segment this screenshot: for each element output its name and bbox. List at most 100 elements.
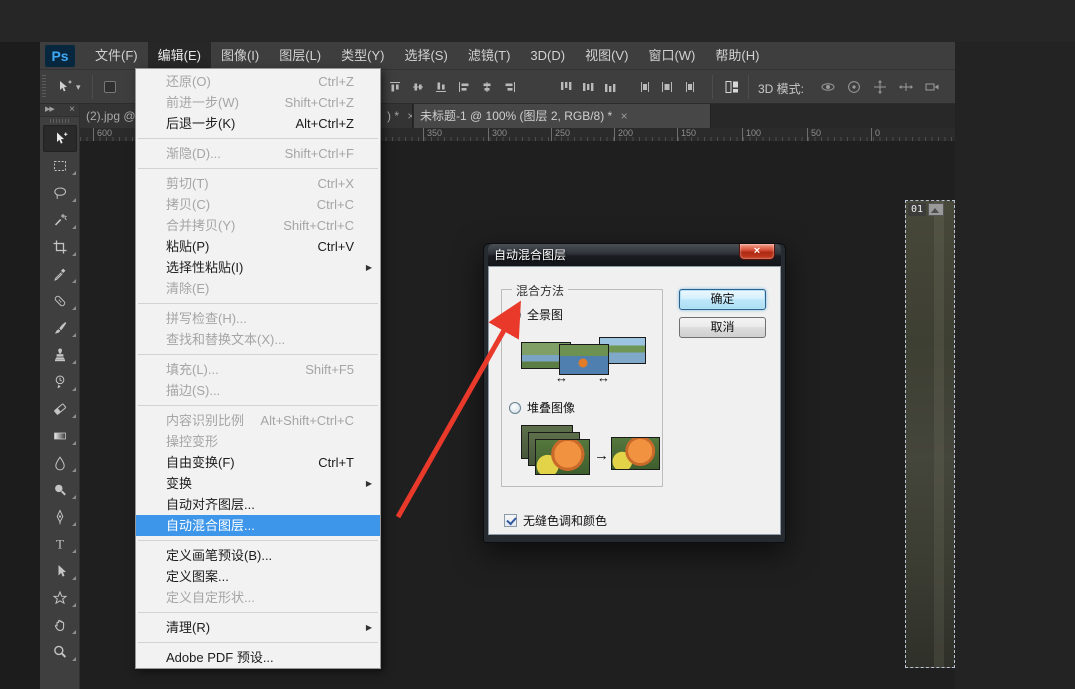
move-tool-icon[interactable] — [56, 79, 72, 95]
auto-select-checkbox[interactable] — [104, 81, 116, 93]
tool-dodge[interactable] — [40, 476, 80, 503]
distribute-bottom-icon[interactable] — [602, 79, 618, 95]
menu-item-fill[interactable]: 填充(L)...Shift+F5 — [136, 359, 380, 380]
ok-button[interactable]: 确定 — [679, 289, 766, 310]
menu-bar: Ps 文件(F) 编辑(E) 图像(I) 图层(L) 类型(Y) 选择(S) 滤… — [40, 42, 955, 70]
menu-item-adobe-pdf-presets[interactable]: Adobe PDF 预设... — [136, 647, 380, 668]
tool-crop[interactable] — [40, 233, 80, 260]
move-tool-caret-icon[interactable]: ▾ — [76, 79, 81, 95]
options-bar-grip[interactable] — [42, 75, 46, 99]
menu-item-define-custom-shape[interactable]: 定义自定形状... — [136, 587, 380, 608]
threed-pan-icon[interactable] — [872, 79, 888, 95]
tool-path-selection[interactable] — [40, 557, 80, 584]
image-layer-strip[interactable]: 01 — [905, 200, 955, 668]
distribute-top-icon[interactable] — [558, 79, 574, 95]
tool-hand[interactable] — [40, 611, 80, 638]
tool-spot-healing-brush[interactable] — [40, 287, 80, 314]
panel-close-icon[interactable]: × — [69, 104, 75, 116]
tool-quick-selection[interactable] — [40, 206, 80, 233]
menu-item-free-transform[interactable]: 自由变换(F)Ctrl+T — [136, 452, 380, 473]
submenu-arrow-icon: ▶ — [366, 257, 372, 278]
tool-clone-stamp[interactable] — [40, 341, 80, 368]
menu-item-fade[interactable]: 渐隐(D)...Shift+Ctrl+F — [136, 143, 380, 164]
tool-move[interactable] — [43, 125, 77, 152]
menu-help[interactable]: 帮助(H) — [705, 42, 769, 70]
menu-image[interactable]: 图像(I) — [211, 42, 269, 70]
menu-item-auto-align-layers[interactable]: 自动对齐图层... — [136, 494, 380, 515]
distribute-right-icon[interactable] — [681, 79, 697, 95]
tool-brush[interactable] — [40, 314, 80, 341]
distribute-hcenter-icon[interactable] — [659, 79, 675, 95]
menu-item-step-backward[interactable]: 后退一步(K)Alt+Ctrl+Z — [136, 113, 380, 134]
dialog-title-bar[interactable]: 自动混合图层 × — [488, 244, 781, 266]
distribute-left-icon[interactable] — [637, 79, 653, 95]
seamless-checkbox[interactable] — [504, 514, 517, 527]
menu-item-puppet-warp[interactable]: 操控变形 — [136, 431, 380, 452]
menu-item-step-forward[interactable]: 前进一步(W)Shift+Ctrl+Z — [136, 92, 380, 113]
menu-item-define-brush-preset[interactable]: 定义画笔预设(B)... — [136, 545, 380, 566]
menu-item-copy[interactable]: 拷贝(C)Ctrl+C — [136, 194, 380, 215]
menu-file[interactable]: 文件(F) — [85, 42, 148, 70]
stack-radio[interactable] — [509, 402, 521, 414]
menu-item-clear[interactable]: 清除(E) — [136, 278, 380, 299]
tab-doc1[interactable]: (2).jpg @ 1 — [80, 104, 136, 128]
dialog-close-button[interactable]: × — [739, 244, 775, 260]
tool-eyedropper[interactable] — [40, 260, 80, 287]
align-right-edges-icon[interactable] — [502, 79, 518, 95]
panorama-radio[interactable] — [509, 309, 521, 321]
auto-align-layers-icon[interactable] — [724, 79, 740, 95]
threed-slide-icon[interactable] — [898, 79, 914, 95]
tab-doc3-active[interactable]: 未标题-1 @ 100% (图层 2, RGB/8) * × — [414, 104, 711, 128]
menu-edit[interactable]: 编辑(E) — [148, 42, 211, 70]
threed-roll-icon[interactable] — [846, 79, 862, 95]
tool-blur[interactable] — [40, 449, 80, 476]
tool-type[interactable]: T — [40, 530, 80, 557]
align-horizontal-centers-icon[interactable] — [479, 79, 495, 95]
menu-select[interactable]: 选择(S) — [394, 42, 457, 70]
menu-item-find-replace-text[interactable]: 查找和替换文本(X)... — [136, 329, 380, 350]
tool-pen[interactable] — [40, 503, 80, 530]
align-bottom-edges-icon[interactable] — [433, 79, 449, 95]
cancel-button[interactable]: 取消 — [679, 317, 766, 338]
menu-filter[interactable]: 滤镜(T) — [458, 42, 521, 70]
menu-item-stroke[interactable]: 描边(S)... — [136, 380, 380, 401]
tool-custom-shape[interactable] — [40, 584, 80, 611]
menu-item-undo[interactable]: 还原(O)Ctrl+Z — [136, 71, 380, 92]
menu-item-paste[interactable]: 粘贴(P)Ctrl+V — [136, 236, 380, 257]
menu-type[interactable]: 类型(Y) — [331, 42, 394, 70]
menu-item-transform[interactable]: 变换▶ — [136, 473, 380, 494]
menu-layer[interactable]: 图层(L) — [269, 42, 331, 70]
panorama-radio-label: 全景图 — [527, 306, 563, 323]
panorama-radio-row[interactable]: 全景图 — [509, 306, 563, 323]
menu-window[interactable]: 窗口(W) — [638, 42, 705, 70]
menu-item-copy-merged[interactable]: 合并拷贝(Y)Shift+Ctrl+C — [136, 215, 380, 236]
align-vertical-centers-icon[interactable] — [410, 79, 426, 95]
tab-doc2-fragment[interactable]: ) * × — [381, 104, 413, 128]
tool-eraser[interactable] — [40, 395, 80, 422]
menu-view[interactable]: 视图(V) — [575, 42, 638, 70]
align-left-edges-icon[interactable] — [456, 79, 472, 95]
menu-item-purge[interactable]: 清理(R)▶ — [136, 617, 380, 638]
menu-item-auto-blend-layers[interactable]: 自动混合图层... — [136, 515, 380, 536]
menu-item-cut[interactable]: 剪切(T)Ctrl+X — [136, 173, 380, 194]
tool-lasso[interactable] — [40, 179, 80, 206]
threed-orbit-icon[interactable] — [820, 79, 836, 95]
distribute-vcenter-icon[interactable] — [580, 79, 596, 95]
menu-item-paste-special[interactable]: 选择性粘贴(I)▶ — [136, 257, 380, 278]
menu-item-check-spelling[interactable]: 拼写检查(H)... — [136, 308, 380, 329]
tool-gradient[interactable] — [40, 422, 80, 449]
tool-history-brush[interactable] — [40, 368, 80, 395]
align-top-edges-icon[interactable] — [387, 79, 403, 95]
menu-item-define-pattern[interactable]: 定义图案... — [136, 566, 380, 587]
tab-close-icon[interactable]: × — [407, 109, 413, 123]
menu-3d[interactable]: 3D(D) — [520, 42, 575, 70]
seamless-checkbox-row[interactable]: 无缝色调和颜色 — [504, 512, 607, 529]
tab-close-icon[interactable]: × — [621, 109, 628, 123]
panel-grip[interactable] — [40, 117, 79, 125]
menu-item-content-aware-scale[interactable]: 内容识别比例Alt+Shift+Ctrl+C — [136, 410, 380, 431]
collapse-panel-icon[interactable]: ▶▶ — [45, 105, 54, 113]
tool-zoom[interactable] — [40, 638, 80, 665]
threed-camera-icon[interactable] — [924, 79, 940, 95]
stack-radio-row[interactable]: 堆叠图像 — [509, 399, 575, 416]
tool-rectangular-marquee[interactable] — [40, 152, 80, 179]
